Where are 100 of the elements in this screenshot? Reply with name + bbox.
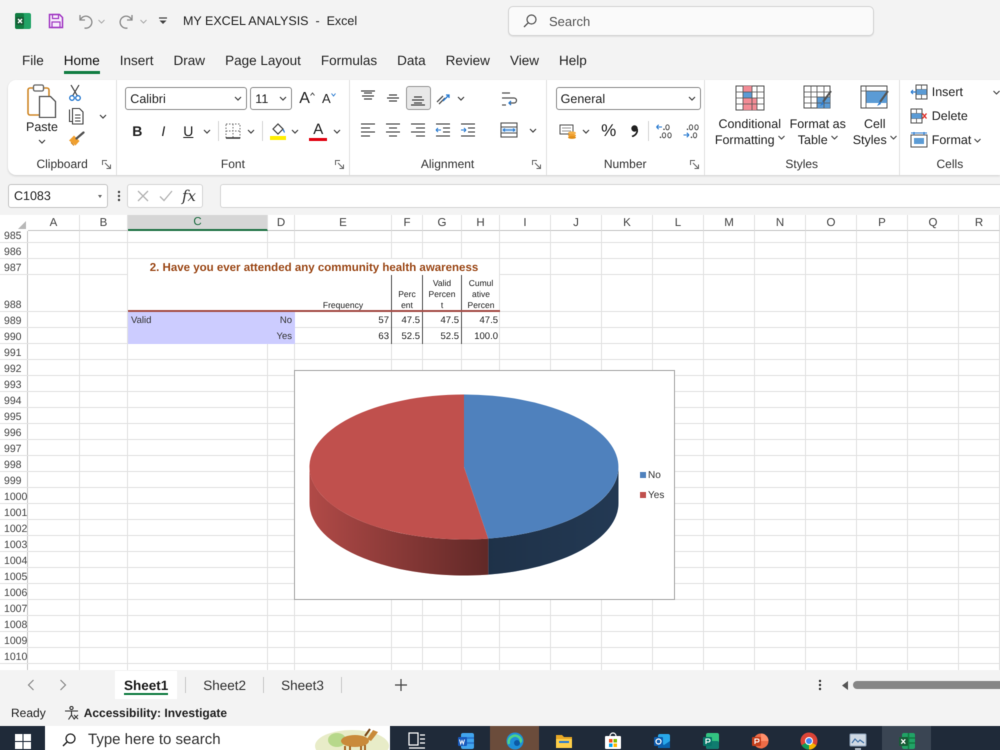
row-header[interactable]: 1002 — [0, 520, 28, 536]
row-header[interactable]: 986 — [0, 243, 28, 259]
font-name-dropdown[interactable]: Calibri — [125, 87, 248, 110]
row-header[interactable]: 990 — [0, 328, 28, 344]
ribbon-tab[interactable]: Page Layout — [225, 46, 301, 74]
accessibility-icon[interactable] — [64, 706, 79, 720]
column-header[interactable]: H — [462, 215, 500, 231]
windows-logo-icon[interactable] — [14, 734, 30, 749]
copy-icon[interactable] — [68, 107, 85, 125]
row-header[interactable]: 1003 — [0, 536, 28, 552]
row-header[interactable]: 988 — [0, 275, 28, 312]
sheet-tab[interactable]: Sheet1 — [115, 671, 178, 699]
row-header[interactable]: 997 — [0, 440, 28, 456]
row-header[interactable]: 999 — [0, 472, 28, 488]
row-header[interactable]: 1004 — [0, 552, 28, 568]
format-as-table-button[interactable]: Format as Table — [786, 85, 849, 153]
align-right-icon[interactable] — [410, 123, 426, 137]
undo-icon[interactable] — [77, 13, 95, 29]
dialog-launcher-icon[interactable] — [690, 160, 699, 168]
underline-button[interactable]: U — [178, 120, 198, 142]
ribbon-tab[interactable]: File — [22, 46, 44, 74]
caret-icon[interactable] — [247, 128, 256, 134]
insert-cells-button[interactable]: Insert — [910, 80, 1000, 104]
caret-icon[interactable] — [528, 128, 537, 132]
merge-cells-icon[interactable] — [500, 122, 518, 138]
add-sheet-icon[interactable] — [394, 679, 407, 691]
column-header[interactable]: I — [500, 215, 551, 231]
more-options-icon[interactable] — [818, 679, 822, 691]
column-header[interactable]: C — [128, 215, 268, 231]
increase-decimal-icon[interactable] — [654, 123, 673, 139]
align-bottom-button[interactable] — [406, 86, 431, 110]
column-header[interactable]: G — [423, 215, 462, 231]
name-box[interactable]: C1083 — [8, 184, 108, 208]
row-header[interactable]: 996 — [0, 424, 28, 440]
align-center-icon[interactable] — [385, 123, 402, 137]
align-left-icon[interactable] — [360, 123, 376, 137]
search-field[interactable]: Search — [508, 6, 874, 36]
row-header[interactable]: 991 — [0, 344, 28, 360]
caret-icon[interactable] — [582, 128, 590, 134]
column-header[interactable]: K — [602, 215, 653, 231]
ribbon-tab[interactable]: Data — [397, 46, 426, 74]
ribbon-tab[interactable]: Review — [446, 46, 490, 74]
scroll-left-icon[interactable] — [842, 680, 848, 690]
column-header[interactable]: Q — [908, 215, 959, 231]
dialog-launcher-icon[interactable] — [532, 160, 541, 168]
row-header[interactable]: 1009 — [0, 632, 28, 648]
row-header[interactable]: 993 — [0, 376, 28, 392]
wrap-text-icon[interactable] — [500, 90, 518, 108]
insert-function-button[interactable]: fx — [182, 187, 196, 205]
increase-indent-icon[interactable] — [460, 123, 476, 137]
more-options-icon[interactable] — [117, 190, 121, 202]
decrease-decimal-icon[interactable] — [682, 123, 700, 139]
grow-font-button[interactable]: A — [299, 88, 315, 108]
font-color-button[interactable]: A — [309, 121, 328, 141]
row-header[interactable]: 1008 — [0, 616, 28, 632]
column-header[interactable]: J — [551, 215, 602, 231]
cell-styles-button[interactable]: Cell Styles — [850, 85, 899, 153]
row-header[interactable]: 987 — [0, 259, 28, 275]
sheet-tab[interactable]: Sheet3 — [272, 671, 333, 699]
dialog-launcher-icon[interactable] — [334, 160, 344, 168]
conditional-formatting-button[interactable]: Conditional Formatting — [714, 85, 785, 153]
row-header[interactable]: 1010 — [0, 648, 28, 664]
column-header[interactable]: M — [704, 215, 755, 231]
caret-icon[interactable] — [333, 128, 342, 134]
borders-icon[interactable] — [225, 123, 242, 139]
row-header[interactable]: 1006 — [0, 584, 28, 600]
previous-sheet-icon[interactable] — [27, 679, 35, 691]
column-header[interactable]: A — [28, 215, 80, 231]
sheet-tab[interactable]: Sheet2 — [194, 671, 256, 699]
ribbon-tab[interactable]: Insert — [120, 46, 154, 74]
ribbon-tab[interactable]: Formulas — [320, 46, 378, 74]
caret-icon[interactable] — [203, 128, 212, 134]
delete-cells-button[interactable]: Delete — [910, 104, 1000, 128]
taskbar-search-field[interactable]: Type here to search — [45, 726, 315, 750]
scissors-icon[interactable] — [68, 84, 82, 101]
column-header[interactable]: N — [755, 215, 806, 231]
ribbon-tab[interactable]: Help — [558, 46, 587, 74]
redo-icon[interactable] — [117, 13, 135, 29]
column-header[interactable]: F — [392, 215, 423, 231]
scrollbar-thumb[interactable] — [853, 681, 1000, 689]
ribbon-tab[interactable]: Draw — [174, 46, 206, 74]
column-header[interactable]: P — [857, 215, 908, 231]
italic-button[interactable]: I — [153, 120, 174, 142]
fill-color-icon[interactable] — [269, 122, 288, 140]
dialog-launcher-icon[interactable] — [102, 160, 112, 168]
paste-button[interactable]: Paste — [18, 84, 66, 153]
column-header[interactable]: E — [295, 215, 392, 231]
ribbon-tab[interactable]: Home — [64, 46, 100, 74]
percent-button[interactable]: % — [600, 120, 618, 142]
column-header[interactable]: R — [959, 215, 1000, 231]
row-header[interactable]: 994 — [0, 392, 28, 408]
row-header[interactable]: 1000 — [0, 488, 28, 504]
row-header[interactable]: 1005 — [0, 568, 28, 584]
row-header[interactable]: 989 — [0, 312, 28, 328]
format-cells-button[interactable]: Format — [910, 128, 1000, 152]
row-header[interactable]: 992 — [0, 360, 28, 376]
accounting-format-icon[interactable] — [558, 123, 577, 139]
decrease-indent-icon[interactable] — [435, 123, 452, 137]
checkmark-icon[interactable] — [159, 190, 173, 202]
row-header[interactable]: 1001 — [0, 504, 28, 520]
